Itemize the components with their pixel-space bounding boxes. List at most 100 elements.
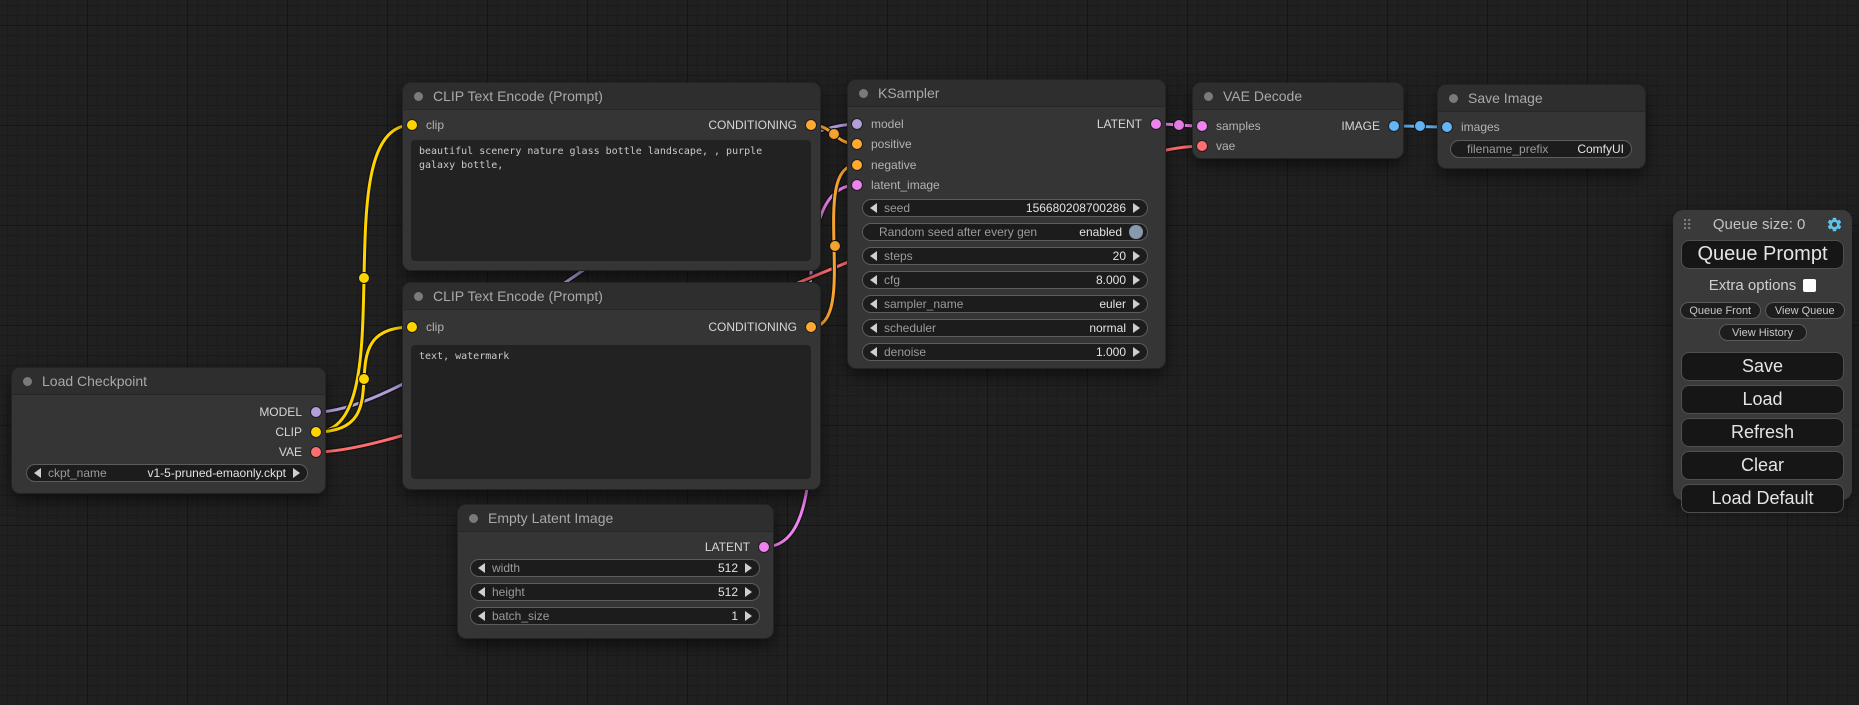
- increment-arrow-icon[interactable]: [745, 611, 752, 621]
- load-button[interactable]: Load: [1681, 385, 1844, 414]
- output-port-latent[interactable]: LATENT: [1097, 114, 1161, 134]
- port-dot-image[interactable]: [1442, 122, 1452, 132]
- node-empty-latent-image[interactable]: Empty Latent Image LATENT width 512 heig…: [458, 505, 773, 638]
- port-dot-conditioning[interactable]: [806, 120, 816, 130]
- widget-sampler-name[interactable]: sampler_name euler: [862, 295, 1148, 313]
- input-port-positive[interactable]: positive: [852, 134, 912, 154]
- graph-canvas[interactable]: Load Checkpoint MODEL CLIP VAE ckpt_name…: [0, 0, 1859, 705]
- port-dot-conditioning[interactable]: [806, 322, 816, 332]
- increment-arrow-icon[interactable]: [1133, 251, 1140, 261]
- node-clip-text-encode-negative[interactable]: CLIP Text Encode (Prompt) clip CONDITION…: [403, 283, 820, 489]
- collapse-dot-icon[interactable]: [414, 92, 423, 101]
- input-port-clip[interactable]: clip: [407, 115, 444, 135]
- output-port-conditioning[interactable]: CONDITIONING: [708, 115, 816, 135]
- queue-prompt-button[interactable]: Queue Prompt: [1681, 240, 1844, 269]
- port-dot-latent[interactable]: [1197, 121, 1207, 131]
- node-load-checkpoint[interactable]: Load Checkpoint MODEL CLIP VAE ckpt_name…: [12, 368, 325, 493]
- input-port-model[interactable]: model: [852, 114, 904, 134]
- queue-front-button[interactable]: Queue Front: [1680, 302, 1761, 319]
- link-dot[interactable]: [830, 241, 841, 252]
- port-dot-latent[interactable]: [759, 542, 769, 552]
- collapse-dot-icon[interactable]: [469, 514, 478, 523]
- collapse-dot-icon[interactable]: [1449, 94, 1458, 103]
- port-dot-vae[interactable]: [311, 447, 321, 457]
- increment-arrow-icon[interactable]: [293, 468, 300, 478]
- port-dot-conditioning[interactable]: [852, 160, 862, 170]
- node-clip-text-encode-positive[interactable]: CLIP Text Encode (Prompt) clip CONDITION…: [403, 83, 820, 270]
- decrement-arrow-icon[interactable]: [478, 587, 485, 597]
- drag-handle-icon[interactable]: ⠿: [1682, 218, 1692, 232]
- widget-cfg[interactable]: cfg 8.000: [862, 271, 1148, 289]
- node-vae-decode[interactable]: VAE Decode samples IMAGE vae: [1193, 83, 1403, 158]
- widget-ckpt-name[interactable]: ckpt_name v1-5-pruned-emaonly.ckpt: [26, 464, 308, 482]
- increment-arrow-icon[interactable]: [1133, 203, 1140, 213]
- decrement-arrow-icon[interactable]: [870, 299, 877, 309]
- increment-arrow-icon[interactable]: [1133, 347, 1140, 357]
- increment-arrow-icon[interactable]: [1133, 323, 1140, 333]
- widget-random-seed-toggle[interactable]: Random seed after every gen enabled: [862, 223, 1148, 241]
- increment-arrow-icon[interactable]: [1133, 275, 1140, 285]
- extra-options-checkbox[interactable]: [1803, 279, 1816, 292]
- port-dot-conditioning[interactable]: [852, 139, 862, 149]
- increment-arrow-icon[interactable]: [745, 563, 752, 573]
- input-port-negative[interactable]: negative: [852, 155, 916, 175]
- input-port-clip[interactable]: clip: [407, 317, 444, 337]
- decrement-arrow-icon[interactable]: [870, 275, 877, 285]
- save-button[interactable]: Save: [1681, 352, 1844, 381]
- port-dot-image[interactable]: [1389, 121, 1399, 131]
- decrement-arrow-icon[interactable]: [478, 611, 485, 621]
- input-port-vae[interactable]: vae: [1197, 136, 1235, 156]
- decrement-arrow-icon[interactable]: [870, 251, 877, 261]
- output-port-model[interactable]: MODEL: [259, 402, 321, 422]
- widget-seed[interactable]: seed 156680208700286: [862, 199, 1148, 217]
- port-dot-model[interactable]: [311, 407, 321, 417]
- widget-scheduler[interactable]: scheduler normal: [862, 319, 1148, 337]
- port-dot-clip[interactable]: [407, 120, 417, 130]
- output-port-image[interactable]: IMAGE: [1341, 116, 1399, 136]
- collapse-dot-icon[interactable]: [1204, 92, 1213, 101]
- input-port-samples[interactable]: samples: [1197, 116, 1261, 136]
- input-port-images[interactable]: images: [1442, 117, 1500, 137]
- link-dot[interactable]: [1174, 120, 1185, 131]
- widget-denoise[interactable]: denoise 1.000: [862, 343, 1148, 361]
- collapse-dot-icon[interactable]: [23, 377, 32, 386]
- prompt-text-area[interactable]: beautiful scenery nature glass bottle la…: [411, 140, 811, 261]
- link-dot[interactable]: [359, 273, 370, 284]
- output-port-conditioning[interactable]: CONDITIONING: [708, 317, 816, 337]
- decrement-arrow-icon[interactable]: [870, 347, 877, 357]
- output-port-vae[interactable]: VAE: [279, 442, 321, 462]
- settings-gear-icon[interactable]: [1826, 216, 1843, 233]
- widget-width[interactable]: width 512: [470, 559, 760, 577]
- port-dot-model[interactable]: [852, 119, 862, 129]
- node-ksampler[interactable]: KSampler model LATENT positive negative …: [848, 80, 1165, 368]
- widget-batch-size[interactable]: batch_size 1: [470, 607, 760, 625]
- port-dot-latent[interactable]: [852, 180, 862, 190]
- link-dot[interactable]: [1415, 121, 1426, 132]
- link-dot[interactable]: [829, 129, 840, 140]
- widget-filename-prefix[interactable]: filename_prefix ComfyUI: [1450, 140, 1632, 158]
- output-port-latent[interactable]: LATENT: [705, 537, 769, 557]
- port-dot-latent[interactable]: [1151, 119, 1161, 129]
- view-history-button[interactable]: View History: [1719, 324, 1807, 341]
- increment-arrow-icon[interactable]: [1133, 299, 1140, 309]
- load-default-button[interactable]: Load Default: [1681, 484, 1844, 513]
- node-save-image[interactable]: Save Image images filename_prefix ComfyU…: [1438, 85, 1645, 168]
- clear-button[interactable]: Clear: [1681, 451, 1844, 480]
- decrement-arrow-icon[interactable]: [870, 203, 877, 213]
- port-dot-clip[interactable]: [407, 322, 417, 332]
- widget-height[interactable]: height 512: [470, 583, 760, 601]
- collapse-dot-icon[interactable]: [414, 292, 423, 301]
- collapse-dot-icon[interactable]: [859, 89, 868, 98]
- port-dot-clip[interactable]: [311, 427, 321, 437]
- input-port-latent-image[interactable]: latent_image: [852, 175, 940, 195]
- decrement-arrow-icon[interactable]: [34, 468, 41, 478]
- port-dot-vae[interactable]: [1197, 141, 1207, 151]
- link-dot[interactable]: [359, 374, 370, 385]
- increment-arrow-icon[interactable]: [745, 587, 752, 597]
- decrement-arrow-icon[interactable]: [478, 563, 485, 573]
- view-queue-button[interactable]: View Queue: [1765, 302, 1846, 319]
- decrement-arrow-icon[interactable]: [870, 323, 877, 333]
- widget-steps[interactable]: steps 20: [862, 247, 1148, 265]
- prompt-text-area[interactable]: text, watermark: [411, 345, 811, 479]
- refresh-button[interactable]: Refresh: [1681, 418, 1844, 447]
